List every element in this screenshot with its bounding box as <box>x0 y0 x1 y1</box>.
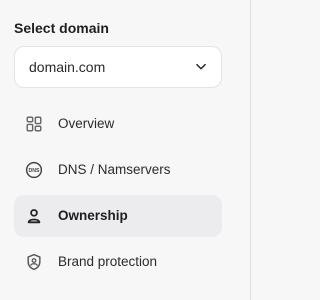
domain-sidebar: Select domain domain.com Overview DNS DN… <box>0 0 251 300</box>
sidebar-item-label: DNS / Namservers <box>58 162 171 177</box>
chevron-down-icon <box>193 59 209 75</box>
sidebar-item-label: Ownership <box>58 208 128 223</box>
sidebar-item-overview[interactable]: Overview <box>14 103 222 145</box>
user-icon <box>24 206 44 226</box>
select-domain-title: Select domain <box>14 20 109 36</box>
domain-select[interactable]: domain.com <box>14 46 222 88</box>
svg-text:DNS: DNS <box>28 168 40 174</box>
sidebar-item-dns[interactable]: DNS DNS / Namservers <box>14 149 222 191</box>
sidebar-divider <box>250 0 251 300</box>
grid-icon <box>24 114 44 134</box>
sidebar-item-label: Brand protection <box>58 254 158 269</box>
domain-select-value: domain.com <box>29 59 106 75</box>
sidebar-nav: Overview DNS DNS / Namservers Ownership <box>14 103 222 283</box>
dns-icon: DNS <box>24 160 44 180</box>
sidebar-item-label: Overview <box>58 116 115 131</box>
sidebar-item-ownership[interactable]: Ownership <box>14 195 222 237</box>
shield-icon <box>24 252 44 272</box>
sidebar-item-brand-protection[interactable]: Brand protection <box>14 241 222 283</box>
